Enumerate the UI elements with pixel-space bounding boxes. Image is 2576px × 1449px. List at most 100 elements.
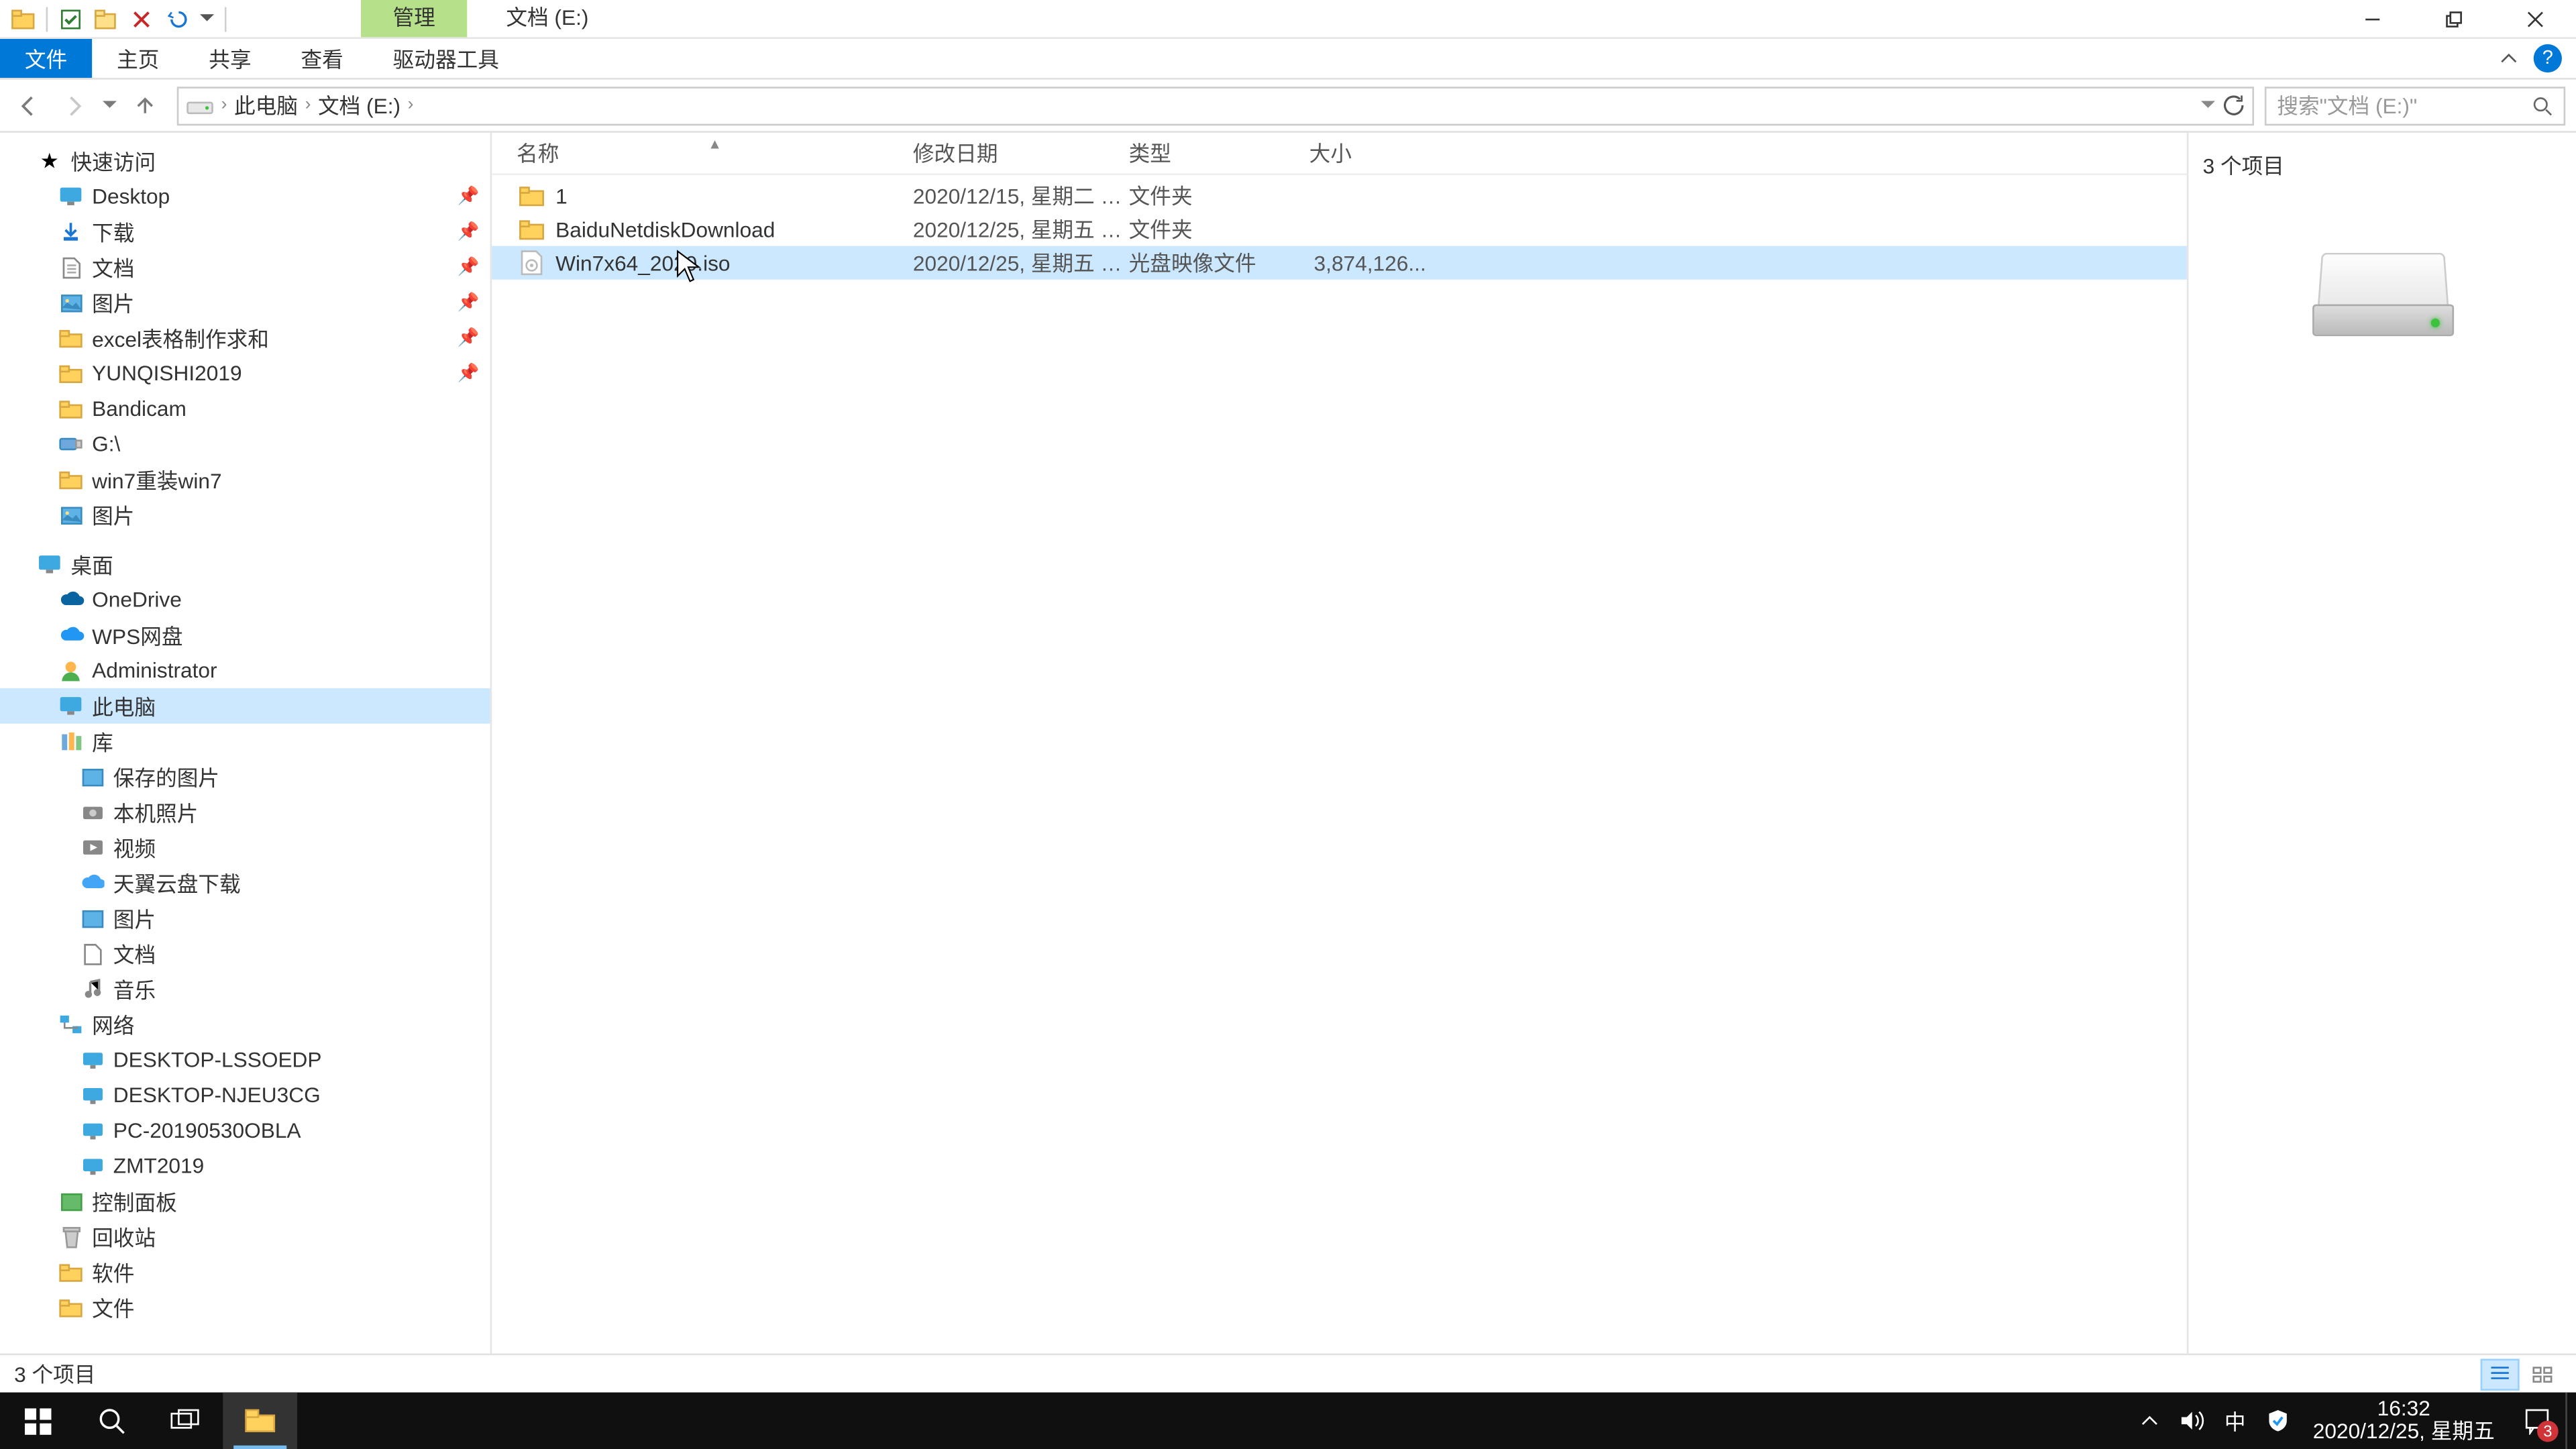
tree-net-item[interactable]: ZMT2019 [0,1148,490,1184]
icons-view-button[interactable] [2523,1358,2562,1389]
search-button[interactable] [74,1393,149,1449]
tree-net-item[interactable]: DESKTOP-LSSOEDP [0,1042,490,1077]
tree-qa-item[interactable]: excel表格制作求和📌 [0,320,490,356]
refresh-icon[interactable] [2222,94,2245,117]
tree-lib-item[interactable]: 文档 [0,936,490,971]
ribbon-tab-view[interactable]: 查看 [276,39,368,78]
tree-libraries[interactable]: 库 [0,724,490,759]
action-center-button[interactable]: 3 [2509,1393,2565,1449]
tree-qa-item[interactable]: 图片📌 [0,285,490,321]
column-headers: ▲名称 修改日期 类型 大小 [492,133,2187,175]
navigation-pane[interactable]: ★快速访问 Desktop📌 下载📌 文档📌 图片📌 excel表格制作求和📌 … [0,133,492,1354]
tree-file[interactable]: 文件 [0,1290,490,1326]
tree-lib-item[interactable]: 本机照片 [0,794,490,830]
app-icon[interactable] [7,3,39,34]
usb-drive-icon [56,430,85,458]
tree-network[interactable]: 网络 [0,1007,490,1042]
address-dropdown-icon[interactable] [2201,101,2215,109]
file-type: 文件夹 [1129,180,1309,211]
search-box[interactable] [2265,86,2565,125]
clock-time: 16:32 [2313,1398,2495,1421]
crumb-sep-icon[interactable]: › [305,95,311,115]
tree-lib-item[interactable]: 天翼云盘下载 [0,865,490,901]
minimize-button[interactable] [2332,0,2413,38]
qat-dropdown-icon[interactable] [197,3,218,34]
picture-icon [56,288,85,317]
file-name: BaiduNetdiskDownload [555,217,913,241]
system-tray: 中 16:32 2020/12/25, 星期五 3 [2129,1393,2576,1449]
start-button[interactable] [0,1393,74,1449]
up-button[interactable] [124,84,166,126]
tree-administrator[interactable]: Administrator [0,653,490,688]
picture-icon [78,904,106,932]
tree-qa-item[interactable]: win7重装win7 [0,462,490,497]
col-header-type[interactable]: 类型 [1129,133,1309,174]
crumb-this-pc[interactable]: 此电脑 [234,91,298,121]
tree-lib-item[interactable]: 音乐 [0,971,490,1007]
file-explorer-button[interactable] [223,1393,297,1449]
search-input[interactable] [2277,93,2524,117]
back-button[interactable] [7,84,50,126]
ribbon-tab-share[interactable]: 共享 [184,39,276,78]
tree-net-item[interactable]: DESKTOP-NJEU3CG [0,1077,490,1113]
tree-desktop[interactable]: 桌面 [0,547,490,582]
window-controls [2332,0,2576,38]
file-row[interactable]: 1 2020/12/15, 星期二 1... 文件夹 [492,178,2187,212]
close-button[interactable] [2495,0,2576,38]
volume-icon[interactable] [2171,1393,2214,1449]
crumb-docs-e[interactable]: 文档 (E:) [318,91,400,121]
tree-lib-item[interactable]: 视频 [0,830,490,865]
tree-onedrive[interactable]: OneDrive [0,582,490,618]
clock[interactable]: 16:32 2020/12/25, 星期五 [2299,1398,2509,1444]
ribbon-tab-drive-tools[interactable]: 驱动器工具 [368,39,524,78]
control-panel-icon [56,1187,85,1216]
tree-quick-access[interactable]: ★快速访问 [0,144,490,179]
tray-overflow-icon[interactable] [2129,1393,2171,1449]
qat-new-folder-icon[interactable] [91,3,122,34]
qat-properties-icon[interactable] [55,3,87,34]
tree-qa-item[interactable]: YUNQISHI2019📌 [0,356,490,391]
tree-qa-item[interactable]: 图片 [0,497,490,533]
help-icon[interactable]: ? [2534,44,2562,72]
file-type: 光盘映像文件 [1129,248,1309,278]
details-view-button[interactable] [2481,1358,2520,1389]
file-row[interactable]: Win7x64_2020.iso 2020/12/25, 星期五 1... 光盘… [492,246,2187,280]
search-icon[interactable] [2532,95,2553,116]
col-header-size[interactable]: 大小 [1309,133,1426,174]
expand-ribbon-icon[interactable] [2495,44,2523,72]
tree-control-panel[interactable]: 控制面板 [0,1183,490,1219]
maximize-button[interactable] [2413,0,2494,38]
tree-qa-item[interactable]: Desktop📌 [0,178,490,214]
tree-qa-item[interactable]: Bandicam [0,391,490,427]
file-size: 3,874,126... [1309,250,1426,275]
tree-lib-item[interactable]: 保存的图片 [0,759,490,794]
nav-bar: › 此电脑 › 文档 (E:) › [0,80,2576,133]
col-header-date[interactable]: 修改日期 [913,133,1129,174]
security-icon[interactable] [2256,1393,2298,1449]
file-name: 1 [555,183,913,208]
show-desktop-button[interactable] [2565,1393,2576,1449]
tree-qa-item[interactable]: G:\ [0,427,490,462]
tree-recycle[interactable]: 回收站 [0,1219,490,1254]
forward-button[interactable] [53,84,95,126]
tree-qa-item[interactable]: 文档📌 [0,250,490,285]
tree-wps[interactable]: WPS网盘 [0,617,490,653]
context-tab-manage[interactable]: 管理 [361,0,467,37]
ribbon-tab-home[interactable]: 主页 [92,39,184,78]
tree-software[interactable]: 软件 [0,1254,490,1290]
crumb-sep-icon[interactable]: › [408,95,414,115]
file-row[interactable]: BaiduNetdiskDownload 2020/12/25, 星期五 1..… [492,212,2187,246]
tree-qa-item[interactable]: 下载📌 [0,214,490,250]
address-bar[interactable]: › 此电脑 › 文档 (E:) › [177,86,2254,125]
tree-net-item[interactable]: PC-20190530OBLA [0,1113,490,1148]
ime-icon[interactable]: 中 [2214,1393,2256,1449]
quick-access-toolbar [0,0,237,37]
task-view-button[interactable] [149,1393,223,1449]
history-dropdown-icon[interactable] [99,101,121,109]
ribbon-tab-file[interactable]: 文件 [0,39,92,78]
qat-undo-icon[interactable] [161,3,193,34]
tree-this-pc[interactable]: 此电脑 [0,688,490,724]
tree-lib-item[interactable]: 图片 [0,900,490,936]
crumb-sep-icon[interactable]: › [221,95,227,115]
qat-delete-icon[interactable] [125,3,157,34]
